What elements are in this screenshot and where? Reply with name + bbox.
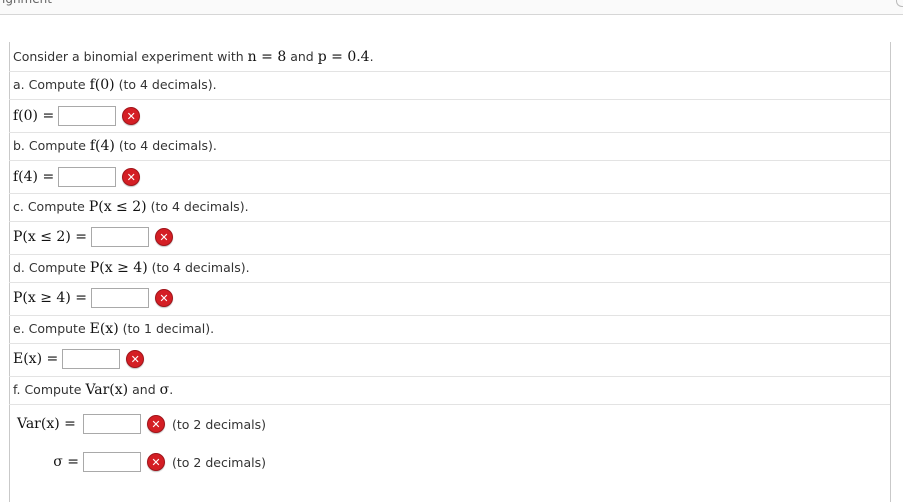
part-a-answer-row: f(0) = ✕: [13, 106, 141, 126]
sigma-lhs: σ =: [53, 454, 79, 470]
divider: [9, 376, 890, 377]
var-input[interactable]: [83, 414, 141, 434]
part-e-input[interactable]: [62, 349, 121, 369]
x-circle-icon: ✕: [147, 415, 165, 433]
part-d-answer-row: P(x ≥ 4) = ✕: [13, 288, 173, 308]
divider: [9, 282, 890, 283]
part-a-prompt: a. Compute f(0) (to 4 decimals).: [13, 77, 217, 93]
part-f-sigma-row: σ = ✕ (to 2 decimals): [17, 452, 266, 472]
divider: [9, 99, 890, 100]
part-b-answer-row: f(4) = ✕: [13, 167, 141, 187]
part-d-input[interactable]: [90, 288, 149, 308]
sigma-precision-note: (to 2 decimals): [172, 454, 266, 470]
part-a-lhs: f(0) =: [13, 108, 55, 124]
x-circle-icon: ✕: [154, 289, 173, 307]
part-c-prompt: c. Compute P(x ≤ 2) (to 4 decimals).: [13, 199, 249, 215]
part-e-prompt: e. Compute E(x) (to 1 decimal).: [13, 321, 215, 337]
part-f-var-row: Var(x) = ✕ (to 2 decimals): [17, 414, 266, 434]
divider: [9, 132, 890, 133]
part-b-lhs: f(4) =: [13, 169, 55, 185]
x-circle-icon: ✕: [147, 453, 165, 471]
part-d-prompt: d. Compute P(x ≥ 4) (to 4 decimals).: [13, 260, 250, 276]
part-b-input[interactable]: [58, 167, 117, 187]
part-b-prompt: b. Compute f(4) (to 4 decimals).: [13, 138, 217, 154]
divider: [9, 160, 890, 161]
var-lhs: Var(x) =: [17, 416, 76, 432]
x-circle-icon: ✕: [126, 350, 145, 368]
top-strip: ignment: [0, 0, 903, 15]
divider: [9, 221, 890, 222]
part-e-lhs: E(x) =: [13, 351, 59, 367]
part-f-prompt: f. Compute Var(x) and σ.: [13, 382, 174, 398]
var-precision-note: (to 2 decimals): [172, 416, 266, 432]
divider: [9, 71, 890, 72]
part-c-input[interactable]: [90, 227, 149, 247]
divider: [9, 315, 890, 316]
divider: [9, 404, 890, 405]
sigma-input[interactable]: [83, 452, 141, 472]
assignment-title-fragment: ignment: [2, 0, 52, 6]
x-circle-icon: ✕: [122, 168, 141, 186]
x-circle-icon: ✕: [122, 107, 141, 125]
divider: [9, 193, 890, 194]
part-d-lhs: P(x ≥ 4) =: [13, 290, 87, 306]
question-intro: Consider a binomial experiment with n = …: [13, 49, 374, 65]
divider: [9, 343, 890, 344]
scroll-corner: [896, 0, 903, 7]
part-e-answer-row: E(x) = ✕: [13, 349, 145, 369]
part-c-answer-row: P(x ≤ 2) = ✕: [13, 227, 173, 247]
divider: [9, 254, 890, 255]
part-c-lhs: P(x ≤ 2) =: [13, 229, 87, 245]
x-circle-icon: ✕: [154, 228, 173, 246]
part-a-input[interactable]: [58, 106, 117, 126]
